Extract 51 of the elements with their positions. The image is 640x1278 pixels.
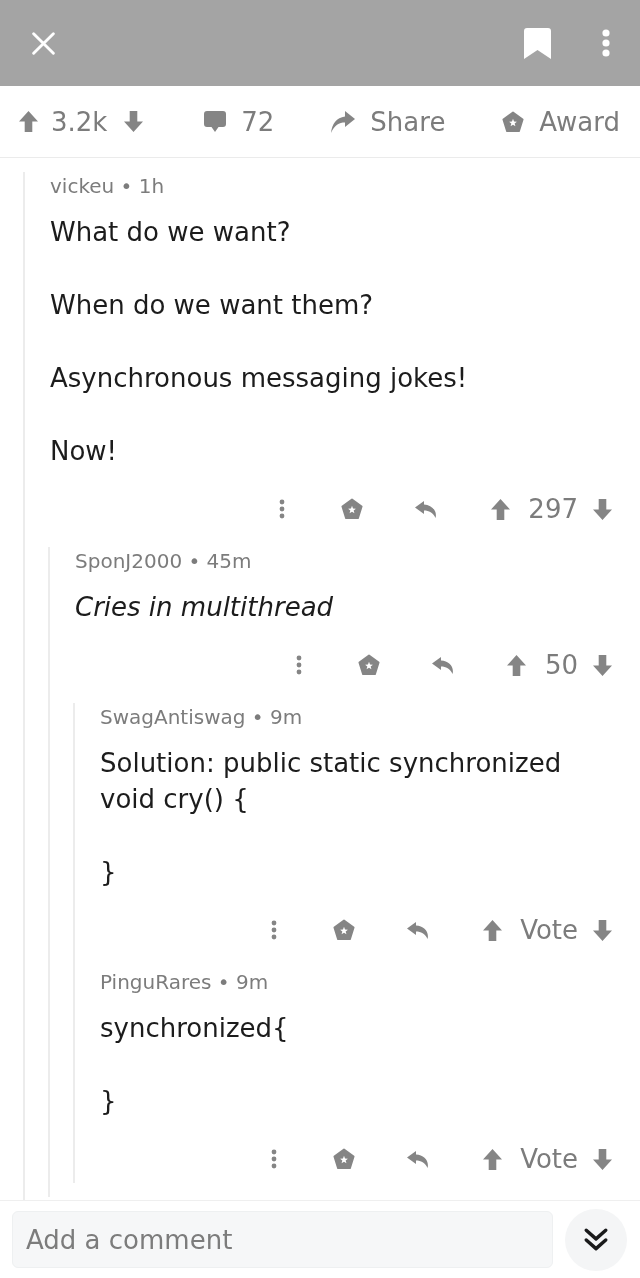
double-chevron-down-icon	[583, 1226, 609, 1253]
comment-byline: SponJ2000 • 45m	[75, 548, 253, 575]
down-arrow-icon	[592, 1148, 612, 1170]
share-arrow-icon	[331, 110, 356, 133]
up-arrow-icon	[482, 919, 502, 941]
comment-text: Asynchronous messaging jokes!	[50, 362, 469, 395]
comments-button[interactable]: 72	[204, 103, 275, 140]
comment-text: }	[100, 1085, 118, 1118]
comment-text: Now!	[50, 435, 119, 468]
bookmark-icon	[523, 27, 551, 59]
comment-text: synchronized{	[100, 1012, 290, 1045]
up-arrow-icon	[507, 654, 527, 676]
up-arrow-icon	[490, 498, 510, 520]
comment-byline: SwagAntiswag • 9m	[100, 704, 304, 731]
kebab-icon	[279, 499, 286, 519]
comment-text: When do we want them?	[50, 289, 375, 322]
comment-text: What do we want?	[50, 216, 292, 249]
comment-text: Solution: public static synchronized void cry() {	[100, 747, 563, 816]
down-arrow-icon	[592, 919, 612, 941]
reply-arrow-icon	[415, 500, 438, 518]
score-label: Vote	[520, 914, 578, 947]
award-button[interactable]: Award	[502, 103, 620, 140]
comment-byline: vickeu • 1h	[50, 173, 166, 200]
comment-text: Cries in multithread	[75, 591, 335, 624]
vote-count: 3.2k	[51, 105, 108, 139]
share-button[interactable]: Share	[331, 103, 446, 140]
kebab-icon	[271, 920, 278, 940]
reply-arrow-icon	[407, 1150, 430, 1168]
award-icon	[502, 110, 525, 133]
award-icon	[341, 498, 364, 520]
award-icon	[333, 919, 356, 941]
speech-bubble-icon	[204, 111, 227, 132]
close-icon	[31, 31, 55, 55]
comment-input[interactable]: Add a comment	[12, 1211, 553, 1268]
comment-byline: PinguRares • 9m	[100, 969, 270, 996]
up-arrow-icon	[482, 1148, 502, 1170]
score-label: 50	[544, 649, 578, 682]
reply-arrow-icon	[407, 921, 430, 939]
score-label: 297	[528, 493, 578, 526]
score-label: Vote	[520, 1143, 578, 1176]
award-icon	[333, 1148, 356, 1170]
kebab-icon	[602, 29, 610, 57]
comment-text: }	[100, 856, 118, 889]
award-icon	[357, 654, 380, 676]
down-arrow-icon	[592, 498, 612, 520]
reply-arrow-icon	[431, 656, 454, 674]
up-arrow-icon	[18, 111, 38, 132]
kebab-icon	[271, 1149, 278, 1169]
kebab-icon	[295, 655, 302, 675]
down-arrow-icon	[123, 111, 143, 132]
down-arrow-icon	[592, 654, 612, 676]
